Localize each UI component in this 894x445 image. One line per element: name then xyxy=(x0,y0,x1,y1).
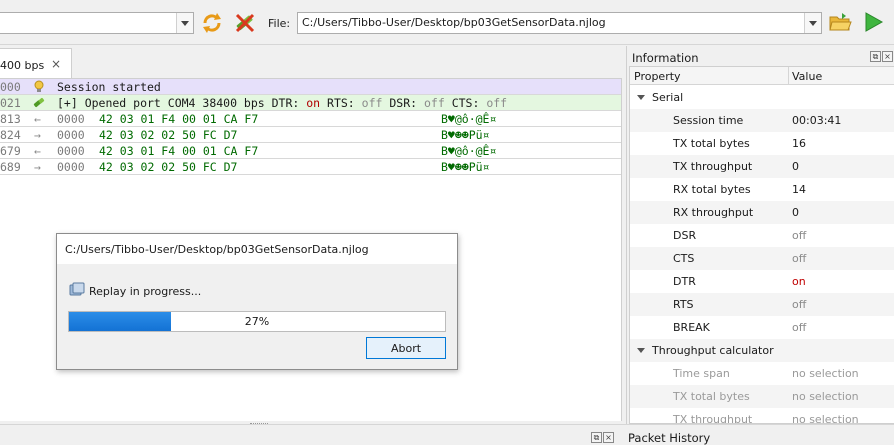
information-panel: Information ⧉ × Property Value Serial Se… xyxy=(626,46,894,424)
file-label: File: xyxy=(268,17,291,30)
log-row[interactable]: 824 → 0000 42 03 02 02 50 FC D7 B♥☻☻Pü¤ xyxy=(0,127,621,143)
close-panel-icon[interactable]: × xyxy=(603,432,614,443)
log-row[interactable]: 000 Session started xyxy=(0,79,621,95)
log-panel-controls: ⧉ × xyxy=(591,432,615,443)
column-header-value[interactable]: Value xyxy=(792,70,822,83)
progress-percent: 27% xyxy=(244,315,270,328)
replay-dialog: C:/Users/Tibbo-User/Desktop/bp03GetSenso… xyxy=(56,233,458,370)
property-row[interactable]: TX total bytes no selection xyxy=(630,385,894,408)
play-icon[interactable] xyxy=(861,10,885,34)
property-row[interactable]: Session time 00:03:41 xyxy=(630,109,894,132)
property-row[interactable]: TX throughput 0 xyxy=(630,155,894,178)
open-folder-icon[interactable] xyxy=(828,10,852,34)
rx-arrow-icon: ← xyxy=(34,112,41,126)
property-row[interactable]: DSR off xyxy=(630,224,894,247)
property-table: Property Value Serial Session time 00:03… xyxy=(629,66,894,424)
property-row[interactable]: TX total bytes 16 xyxy=(630,132,894,155)
property-row[interactable]: RTS off xyxy=(630,293,894,316)
close-icon[interactable]: × xyxy=(51,57,61,71)
lightbulb-icon xyxy=(34,80,44,92)
table-header: Property Value xyxy=(630,67,894,85)
property-row[interactable]: BREAK off xyxy=(630,316,894,339)
abort-button[interactable]: Abort xyxy=(366,337,446,359)
tab-bar xyxy=(0,46,622,78)
tx-arrow-icon: → xyxy=(34,128,41,142)
collapse-arrow-icon[interactable] xyxy=(637,348,645,353)
log-row[interactable]: 813 ← 0000 42 03 01 F4 00 01 CA F7 B♥@ô·… xyxy=(0,111,621,127)
group-throughput-calculator[interactable]: Throughput calculator xyxy=(630,339,894,362)
property-row[interactable]: RX total bytes 14 xyxy=(630,178,894,201)
toolbar: File: C:/Users/Tibbo-User/Desktop/bp03Ge… xyxy=(0,0,894,45)
port-combo[interactable] xyxy=(0,12,194,34)
property-row[interactable]: TX throughput no selection xyxy=(630,408,894,423)
splitter-handle[interactable] xyxy=(250,423,268,426)
refresh-icon[interactable] xyxy=(200,11,224,35)
float-panel-icon[interactable]: ⧉ xyxy=(591,432,602,443)
property-row[interactable]: DTR on xyxy=(630,270,894,293)
rx-arrow-icon: ← xyxy=(34,144,41,158)
property-row[interactable]: CTS off xyxy=(630,247,894,270)
chevron-down-icon[interactable] xyxy=(804,13,821,33)
panel-title: Information xyxy=(632,51,699,65)
float-panel-icon[interactable]: ⧉ xyxy=(870,51,881,62)
tab-session[interactable]: 400 bps × xyxy=(0,48,72,78)
tx-arrow-icon: → xyxy=(34,160,41,174)
property-row[interactable]: Time span no selection xyxy=(630,362,894,385)
status-text: Replay in progress... xyxy=(89,285,202,298)
bottom-dock xyxy=(0,424,894,443)
chevron-down-icon[interactable] xyxy=(176,13,193,33)
group-serial[interactable]: Serial xyxy=(630,86,894,109)
progress-bar: 27% xyxy=(68,311,446,332)
dialog-title: C:/Users/Tibbo-User/Desktop/bp03GetSenso… xyxy=(65,243,369,256)
log-row[interactable]: 021 [+] Opened port COM4 38400 bps DTR: … xyxy=(0,95,621,111)
replay-icon xyxy=(69,282,85,296)
disconnect-icon[interactable] xyxy=(233,11,257,35)
dialog-title-bar: C:/Users/Tibbo-User/Desktop/bp03GetSenso… xyxy=(57,234,457,264)
panel-controls: ⧉ × xyxy=(870,51,894,63)
log-row[interactable]: 679 ← 0000 42 03 01 F4 00 01 CA F7 B♥@ô·… xyxy=(0,143,621,159)
log-row[interactable]: 689 → 0000 42 03 02 02 50 FC D7 B♥☻☻Pü¤ xyxy=(0,159,621,175)
property-row[interactable]: RX throughput 0 xyxy=(630,201,894,224)
file-path-combo[interactable]: C:/Users/Tibbo-User/Desktop/bp03GetSenso… xyxy=(297,12,822,34)
plug-icon xyxy=(33,97,45,108)
column-header-property[interactable]: Property xyxy=(634,70,681,83)
close-panel-icon[interactable]: × xyxy=(882,51,893,62)
collapse-arrow-icon[interactable] xyxy=(637,95,645,100)
